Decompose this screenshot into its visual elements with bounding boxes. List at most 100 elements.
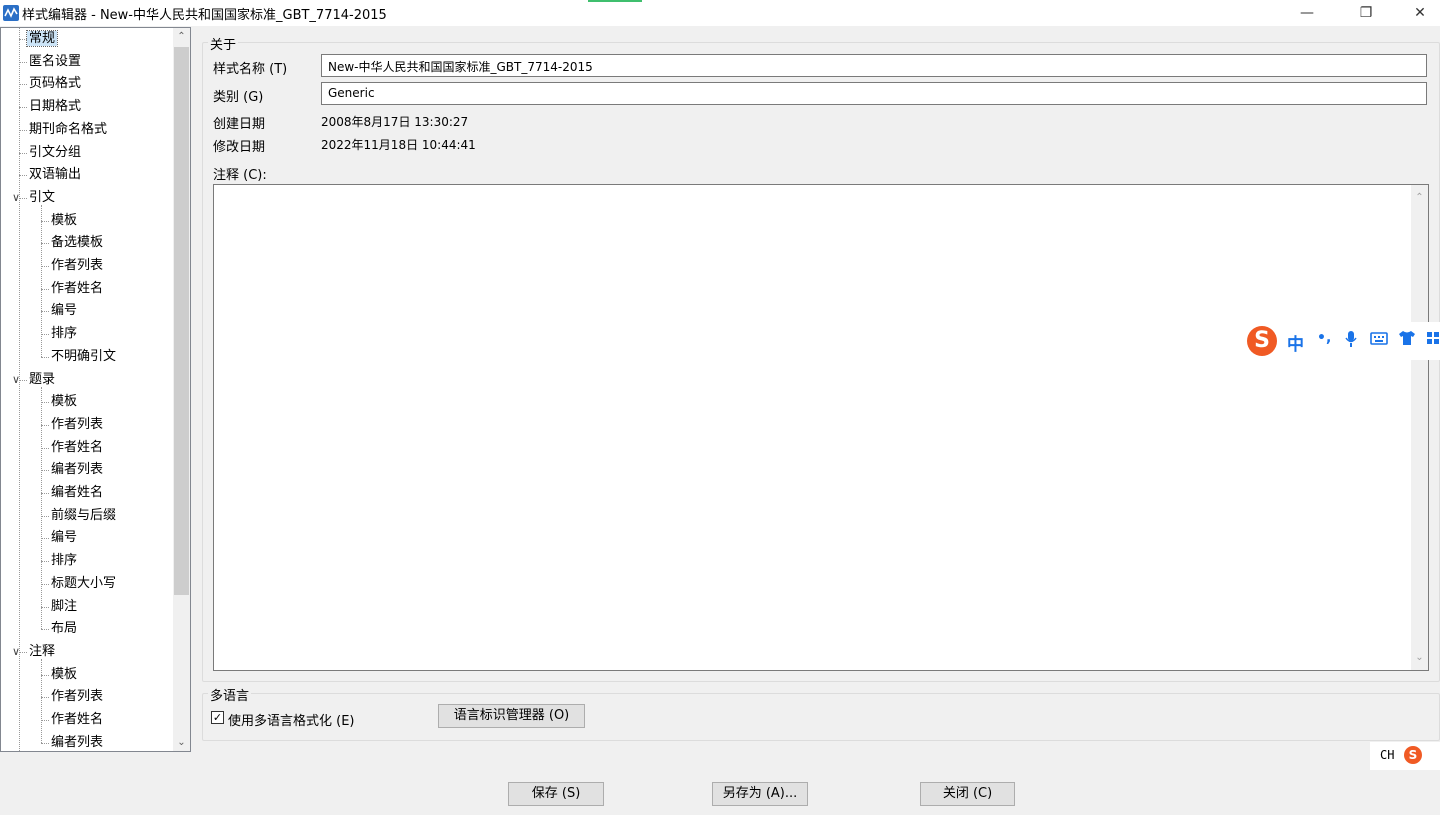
notes-scroll-down-icon[interactable]: ⌄: [1411, 649, 1428, 666]
input-language-indicator[interactable]: CH: [1380, 748, 1394, 762]
ime-toolbar[interactable]: S 中 •,: [1243, 322, 1440, 360]
tree-item[interactable]: 题录: [29, 369, 55, 391]
tree-item[interactable]: 编者列表: [51, 732, 104, 751]
tree-item-label: 模板: [51, 394, 78, 410]
tree-item[interactable]: 期刊命名格式: [29, 119, 107, 141]
tree-connector: [41, 311, 49, 313]
tree-item[interactable]: 作者姓名: [51, 709, 103, 731]
tree-connector: [41, 583, 49, 585]
tree-item[interactable]: 作者姓名: [51, 278, 103, 300]
scroll-up-icon[interactable]: ⌃: [173, 28, 190, 45]
notes-scrollbar[interactable]: ⌃ ⌄: [1411, 185, 1428, 670]
sogou-tray-icon[interactable]: S: [1404, 746, 1422, 764]
tree-connector: [41, 515, 49, 517]
tree-item[interactable]: 模板: [51, 664, 77, 686]
tree-item-label: 常规: [25, 30, 59, 47]
scroll-thumb[interactable]: [174, 47, 189, 595]
tree-item[interactable]: 标题大小写: [51, 573, 116, 595]
expand-chevron-icon[interactable]: ∨: [9, 645, 23, 659]
modified-date-label: 修改日期: [213, 140, 266, 155]
tree-connector: [41, 658, 42, 743]
tree-item-label: 作者姓名: [51, 712, 104, 727]
ime-punctuation-toggle[interactable]: •,: [1317, 330, 1331, 346]
close-button[interactable]: 关闭 (C): [920, 782, 1015, 806]
tree-item[interactable]: 作者列表: [51, 414, 103, 436]
tree-item[interactable]: 编者姓名: [51, 482, 103, 504]
tree-item[interactable]: 排序: [51, 323, 77, 345]
tree-item[interactable]: 作者列表: [51, 686, 103, 708]
tree-item-label: 页码格式: [29, 76, 82, 92]
tree-item-label: 编号: [51, 530, 78, 546]
tree-item-label: 题录: [29, 371, 56, 387]
tree-item[interactable]: 备选模板: [51, 232, 103, 254]
minimize-button[interactable]: —: [1284, 0, 1330, 26]
tree-item[interactable]: 作者列表: [51, 255, 103, 277]
tree-item[interactable]: 常规: [25, 28, 59, 50]
toolbox-icon[interactable]: [1426, 330, 1440, 351]
tree-connector: [41, 561, 49, 563]
tree-item[interactable]: 排序: [51, 550, 77, 572]
maximize-button[interactable]: ❐: [1343, 0, 1389, 26]
tree-item[interactable]: 双语输出: [29, 164, 81, 186]
close-window-button[interactable]: ✕: [1397, 0, 1440, 26]
multilang-checkbox[interactable]: ✓: [211, 711, 224, 724]
tree-item[interactable]: 页码格式: [29, 73, 81, 95]
tree-connector: [41, 697, 49, 699]
microphone-icon[interactable]: [1345, 330, 1357, 353]
tree-item[interactable]: 编号: [51, 300, 77, 322]
settings-tree[interactable]: 常规 匿名设置 页码格式 日期格式 期刊命名格式 引文分组 双语输出 引文 ∨ 模板 备选模板 作者列…: [0, 27, 191, 752]
tree-item-label: 引文: [29, 189, 56, 205]
tree-item-label: 编者列表: [51, 734, 104, 750]
tree-item-label: 排序: [51, 326, 78, 342]
expand-chevron-icon[interactable]: ∨: [9, 191, 23, 205]
tree-connector: [41, 243, 49, 245]
tree-item[interactable]: 模板: [51, 210, 77, 232]
notes-scroll-up-icon[interactable]: ⌃: [1411, 189, 1428, 206]
ime-mode-toggle[interactable]: 中: [1287, 330, 1304, 355]
save-as-button[interactable]: 另存为 (A)...: [712, 782, 808, 806]
tree-connector: [41, 629, 49, 631]
keyboard-icon[interactable]: [1370, 330, 1388, 351]
tree-item[interactable]: 编者列表: [51, 459, 103, 481]
tree-connector: [19, 175, 27, 177]
tree-item[interactable]: 日期格式: [29, 96, 81, 118]
tree-item[interactable]: 注释: [29, 641, 55, 663]
tree-item[interactable]: 不明确引文: [51, 346, 116, 368]
tree-item-label: 日期格式: [29, 99, 82, 115]
tree-item[interactable]: 匿名设置: [29, 51, 81, 73]
title-bar: 样式编辑器 - New-中华人民共和国国家标准_GBT_7714-2015 — …: [0, 0, 1440, 26]
tree-item-label: 标题大小写: [51, 575, 117, 591]
tree-item[interactable]: 作者姓名: [51, 437, 103, 459]
language-manager-button[interactable]: 语言标识管理器 (O): [438, 704, 585, 728]
tree-scrollbar[interactable]: ⌃ ⌄: [173, 28, 190, 751]
tree-item[interactable]: 前缀与后缀: [51, 505, 116, 527]
tree-connector: [41, 424, 49, 426]
sogou-logo-icon[interactable]: S: [1247, 326, 1277, 356]
tree-connector: [19, 107, 27, 109]
tree-item[interactable]: 引文: [29, 187, 55, 209]
tree-connector: [41, 606, 49, 608]
tree-item-label: 编者姓名: [51, 485, 104, 500]
tree-item[interactable]: 模板: [51, 391, 77, 413]
tree-connector: [41, 204, 42, 357]
tree-connector: [41, 288, 49, 290]
tree-item-label: 脚注: [51, 598, 78, 614]
tree-item-label: 模板: [51, 212, 78, 228]
multilang-checkbox-label[interactable]: 使用多语言格式化 (E): [228, 710, 355, 729]
input-method-tray[interactable]: CH S: [1370, 742, 1440, 770]
expand-chevron-icon[interactable]: ∨: [9, 373, 23, 387]
tree-item-label: 作者列表: [51, 416, 104, 432]
tree-item[interactable]: 脚注: [51, 596, 77, 618]
tree-item[interactable]: 引文分组: [29, 142, 81, 164]
category-label: 类别 (G): [213, 90, 264, 105]
tree-connector: [41, 674, 49, 676]
app-icon: [3, 5, 19, 21]
tree-item[interactable]: 布局: [51, 618, 77, 640]
skin-icon[interactable]: [1398, 330, 1416, 351]
notes-textarea[interactable]: ⌃ ⌄: [213, 184, 1429, 671]
scroll-down-icon[interactable]: ⌄: [173, 734, 190, 751]
style-name-input[interactable]: New-中华人民共和国国家标准_GBT_7714-2015: [321, 54, 1427, 77]
save-button[interactable]: 保存 (S): [508, 782, 604, 806]
tree-item[interactable]: 编号: [51, 527, 77, 549]
category-input[interactable]: Generic: [321, 82, 1427, 105]
